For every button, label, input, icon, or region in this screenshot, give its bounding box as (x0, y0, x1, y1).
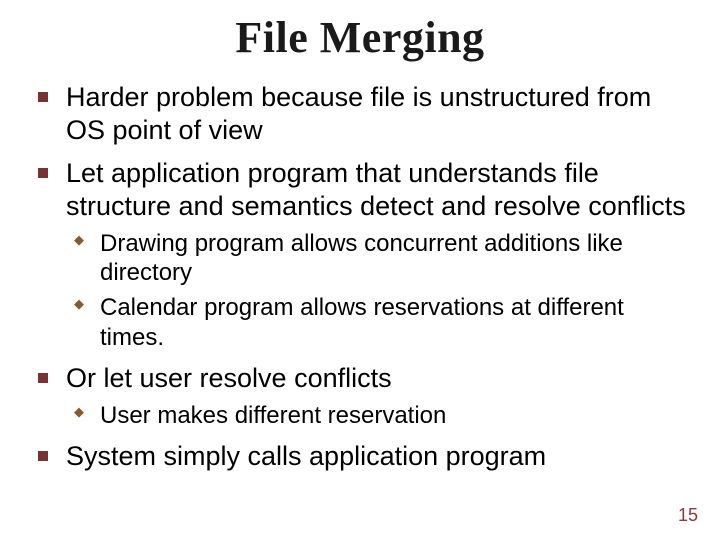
sub-bullet-list: Drawing program allows concurrent additi… (66, 229, 692, 352)
bullet-item: Or let user resolve conflicts User makes… (66, 362, 692, 430)
bullet-text: Or let user resolve conflicts (66, 363, 392, 393)
bullet-list: Harder problem because file is unstructu… (28, 81, 692, 473)
bullet-text: Let application program that understands… (66, 158, 686, 221)
bullet-item: Let application program that understands… (66, 157, 692, 352)
sub-bullet-item: User makes different reservation (100, 401, 692, 430)
page-number: 15 (678, 505, 698, 526)
sub-bullet-item: Calendar program allows reservations at … (100, 293, 692, 352)
bullet-item: System simply calls application program (66, 440, 692, 473)
slide-title: File Merging (28, 12, 692, 63)
bullet-item: Harder problem because file is unstructu… (66, 81, 692, 147)
sub-bullet-list: User makes different reservation (66, 401, 692, 430)
slide: File Merging Harder problem because file… (0, 0, 720, 540)
sub-bullet-item: Drawing program allows concurrent additi… (100, 229, 692, 288)
